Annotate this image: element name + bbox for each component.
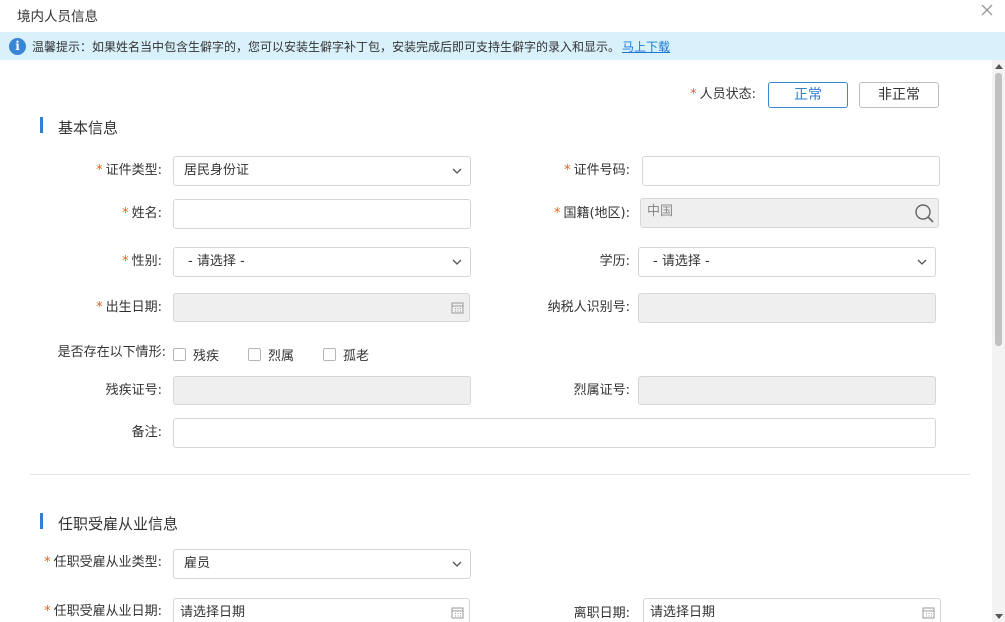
employment-date-input[interactable] xyxy=(173,598,470,622)
remarks-input[interactable] xyxy=(173,418,936,448)
checkbox-lonely-elderly[interactable]: 孤老 xyxy=(323,345,369,364)
status-label: * 人员状态: xyxy=(690,87,756,102)
name-input[interactable] xyxy=(173,199,471,229)
status-abnormal-button[interactable]: 非正常 xyxy=(859,82,939,108)
education-label: 学历: xyxy=(599,254,630,269)
calendar-icon[interactable] xyxy=(922,606,935,619)
basic-section-title: 基本信息 xyxy=(58,119,119,137)
id-number-input[interactable] xyxy=(642,156,940,186)
checkbox-disabled-person[interactable]: 残疾 xyxy=(173,345,219,364)
taxpayer-id-label: 纳税人识别号: xyxy=(547,300,630,315)
chevron-down-icon xyxy=(452,561,462,567)
martyr-cert-field xyxy=(638,376,936,405)
form-content: * 人员状态: 正常 非正常 基本信息 * 证件类型: 居民身份证 * 证件号码: *… xyxy=(0,60,992,622)
chevron-down-icon xyxy=(452,259,462,265)
employment-date-label: * 任职受雇从业日期: xyxy=(44,604,162,619)
checkbox-box[interactable] xyxy=(173,348,186,361)
martyr-cert-label: 烈属证号: xyxy=(573,383,630,398)
scroll-up-icon[interactable] xyxy=(995,64,1003,69)
notice-bar: i 温馨提示：如果姓名当中包含生僻字的，您可以安装生僻字补丁包，安装完成后即可支… xyxy=(0,32,1005,60)
personnel-dialog: 境内人员信息 i 温馨提示：如果姓名当中包含生僻字的，您可以安装生僻字补丁包，安… xyxy=(0,0,1005,622)
scroll-thumb[interactable] xyxy=(995,73,1002,346)
calendar-icon xyxy=(451,302,464,314)
situation-label: 是否存在以下情形: xyxy=(57,345,166,360)
leave-date-label: 离职日期: xyxy=(573,606,630,621)
dialog-title: 境内人员信息 xyxy=(17,9,98,25)
calendar-icon[interactable] xyxy=(451,606,464,619)
birth-date-label: * 出生日期: xyxy=(96,300,162,315)
leave-date-input[interactable] xyxy=(643,598,941,622)
education-select[interactable]: - 请选择 - xyxy=(638,247,936,277)
gender-select[interactable]: - 请选择 - xyxy=(173,247,471,277)
remarks-label: 备注: xyxy=(131,425,162,440)
download-link[interactable]: 马上下载 xyxy=(622,38,670,55)
checkbox-box[interactable] xyxy=(248,348,262,361)
situation-checkboxes: 残疾 烈属 孤老 xyxy=(173,345,398,364)
scrollbar[interactable] xyxy=(992,60,1005,622)
section-marker xyxy=(40,117,43,133)
nationality-label: * 国籍(地区): xyxy=(553,206,630,221)
gender-label: * 性别: xyxy=(122,254,162,269)
info-icon: i xyxy=(9,37,26,55)
nationality-field[interactable]: 中国 xyxy=(640,198,939,228)
close-icon[interactable] xyxy=(979,2,995,18)
disability-cert-label: 残疾证号: xyxy=(105,383,162,398)
id-number-label: * 证件号码: xyxy=(564,163,630,178)
scroll-down-icon[interactable] xyxy=(995,614,1003,619)
section-marker xyxy=(40,513,43,529)
disability-cert-field xyxy=(173,376,471,405)
name-label: * 姓名: xyxy=(122,206,162,221)
employment-type-label: * 任职受雇从业类型: xyxy=(44,555,162,570)
section-divider xyxy=(30,474,970,475)
status-normal-button[interactable]: 正常 xyxy=(768,82,848,108)
employment-section-title: 任职受雇从业信息 xyxy=(58,515,179,533)
checkbox-martyr-family[interactable]: 烈属 xyxy=(248,345,294,364)
taxpayer-id-field xyxy=(638,293,936,323)
checkbox-box[interactable] xyxy=(323,348,337,361)
chevron-down-icon xyxy=(917,259,927,265)
id-type-select[interactable]: 居民身份证 xyxy=(173,156,471,186)
search-icon[interactable] xyxy=(913,202,935,224)
notice-text: 温馨提示：如果姓名当中包含生僻字的，您可以安装生僻字补丁包，安装完成后即可支持生… xyxy=(32,39,621,54)
id-type-label: * 证件类型: xyxy=(96,163,162,178)
employment-type-select[interactable]: 雇员 xyxy=(173,549,471,579)
birth-date-field[interactable] xyxy=(173,293,470,322)
chevron-down-icon xyxy=(452,168,462,174)
